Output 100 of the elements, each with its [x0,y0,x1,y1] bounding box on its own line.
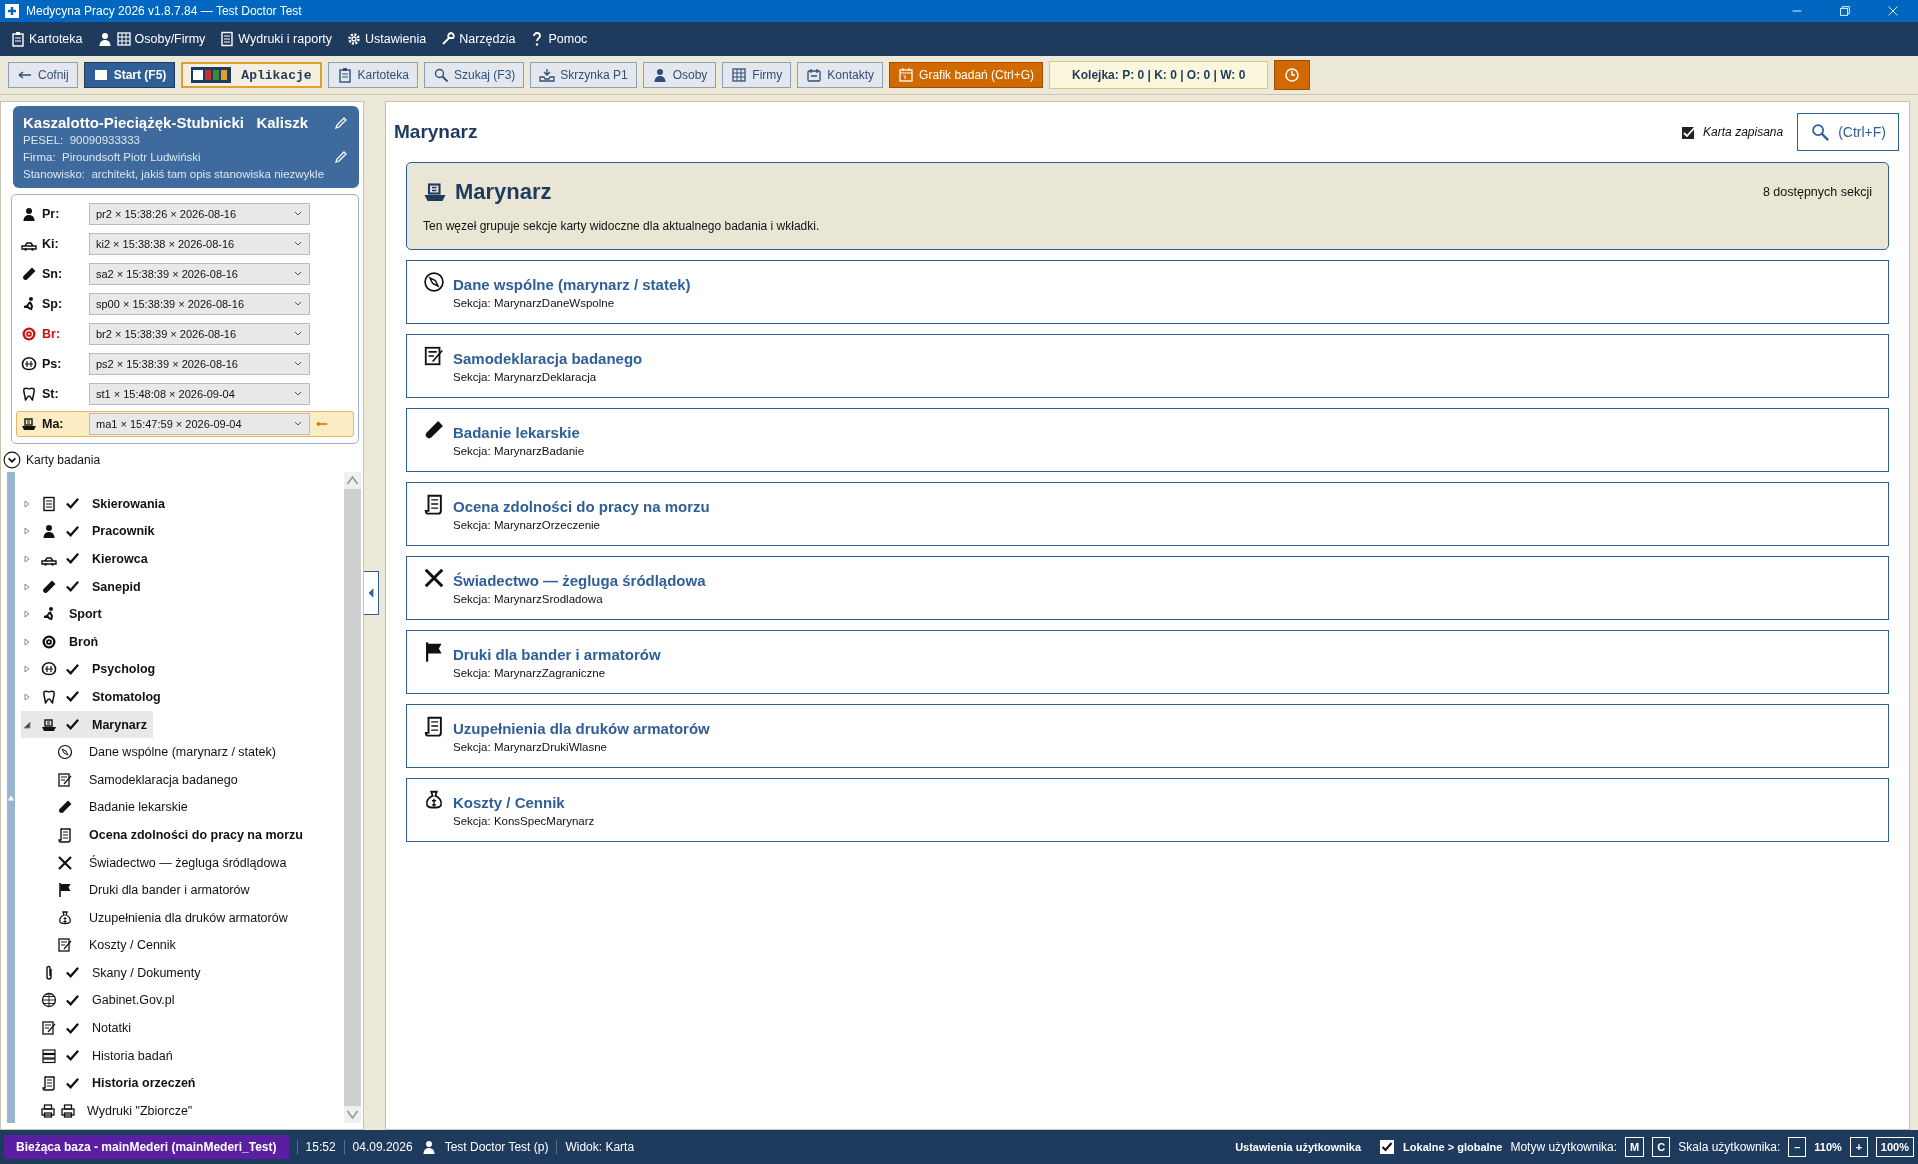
toolbar-button[interactable]: Cofnij [8,62,78,88]
toolbar-button[interactable]: Kontakty [797,62,884,88]
tree-item[interactable]: Koszty / Cennik [21,931,182,960]
tree-item[interactable]: Historia badań [21,1041,179,1070]
section-subtitle: Sekcja: MarynarzBadanie [453,444,585,457]
exam-code: Br: [42,327,62,341]
flag-icon [57,882,73,899]
apps-logo-icon [191,67,232,83]
exam-dropdown[interactable]: ki2 × 15:38:38 × 2026-08-16 [89,233,310,255]
checkbox[interactable] [1379,1139,1396,1155]
toolbar-button[interactable]: Start (F5) [83,62,176,88]
tree-item[interactable]: Samodeklaracja badanego [21,765,244,794]
tree-item[interactable]: Stomatolog [21,683,167,711]
exam-dropdown[interactable]: sp00 × 15:38:39 × 2026-08-16 [89,293,310,315]
tooth-icon [41,688,57,705]
section-card[interactable]: Uzupełnienia dla druków armatorów Sekcja: MarynarzDrukiWlasne [406,704,1889,768]
menu-item[interactable]: Wydruki i raporty [219,31,333,47]
section-card[interactable]: Świadectwo — żegluga śródlądowa Sekcja: MarynarzSrodladowa [406,556,1889,620]
scale-decrease-button[interactable]: – [1788,1137,1807,1157]
compass-icon [57,744,73,761]
toolbar-button[interactable]: Skrzynka P1 [530,62,637,88]
tree-item[interactable]: Historia orzeczeń [21,1069,202,1098]
tree-item[interactable]: Kierowca [21,545,154,573]
collapse-panel-button[interactable] [364,571,379,615]
section-card[interactable]: Ocena zdolności do pracy na morzu Sekcja: MarynarzOrzeczenie [406,482,1889,546]
grid-icon [115,31,132,47]
tree-label: Marynarz [92,717,147,732]
note-icon [57,937,73,954]
scroll-down-icon[interactable] [344,1106,361,1123]
tree-label: Stomatolog [92,689,161,704]
company-text: Firma: Piroundsoft Piotr Ludwiński [23,151,201,163]
tree-label: Historia orzeczeń [92,1076,196,1091]
menu-item[interactable]: Narzędzia [440,31,516,47]
menu-item[interactable]: Ustawienia [346,31,427,47]
exam-dropdown[interactable]: st1 × 15:48:08 × 2026-09-04 [89,383,310,405]
theme-button[interactable]: C [1652,1137,1671,1157]
exam-dropdown[interactable]: ma1 × 15:47:59 × 2026-09-04 [89,413,310,435]
tree-item[interactable]: Sanepid [21,572,147,601]
tree-item[interactable]: Gabinet.Gov.pl [21,986,181,1015]
exam-dropdown[interactable]: ps2 × 15:38:39 × 2026-08-16 [89,353,310,375]
tree-label: Gabinet.Gov.pl [92,993,175,1008]
exam-dropdown[interactable]: sa2 × 15:38:39 × 2026-08-16 [89,263,310,285]
tree-item[interactable]: Ocena zdolności do pracy na morzu [21,821,309,849]
toolbar-button[interactable]: Osoby [642,62,717,88]
section-card[interactable]: Druki dla bander i armatorów Sekcja: MarynarzZagraniczne [406,630,1889,694]
section-card[interactable]: Dane wspólne (marynarz / statek) Sekcja: MarynarzDaneWspolne [406,260,1889,324]
pencil-icon[interactable] [333,149,349,165]
tree-item[interactable]: Broń [21,627,105,656]
tree-item[interactable]: Skany / Dokumenty [21,959,207,987]
tree-item[interactable]: Sport [21,600,108,628]
exam-code: Sn: [42,267,64,281]
user-settings-link[interactable]: Ustawienia użytkownika [1235,1141,1362,1153]
scroll-up-icon[interactable] [344,472,361,489]
compass-icon [423,271,445,293]
scale-increase-button[interactable]: + [1849,1137,1868,1157]
menu-item[interactable]: Kartoteka [10,31,83,47]
scroll-icon [41,1075,57,1092]
toolbar-button[interactable]: Grafik badań (Ctrl+G) [889,62,1044,88]
tree-label: Skany / Dokumenty [92,965,201,980]
toolbar-button[interactable]: Kartoteka [327,62,418,88]
window-title: Medycyna Pracy 2026 v1.8.7.84 — Test Doctor Test [26,4,302,18]
toolbar-button[interactable]: Szukaj (F3) [423,62,525,88]
tree-item[interactable]: Świadectwo — żegluga śródlądowa [21,848,293,877]
tree-item[interactable]: Psycholog [21,655,162,684]
clock-button[interactable] [1274,60,1311,90]
tree-item[interactable]: Pracownik [21,517,161,546]
tree-item[interactable]: Uzupełnienia dla druków armatorów [21,903,294,932]
tree-item[interactable]: Dane wspólne (marynarz / statek) [21,738,282,766]
search-button[interactable]: (Ctrl+F) [1797,113,1899,151]
section-title: Koszty / Cennik [453,793,566,811]
scale-reset-button[interactable]: 100% [1875,1137,1914,1157]
menu-item[interactable]: Osoby/Firmy [96,31,206,47]
maximize-icon[interactable] [1838,4,1852,18]
tree-item[interactable]: Druki dla bander i armatorów [21,876,256,904]
exam-dropdown[interactable]: br2 × 15:38:39 × 2026-08-16 [89,323,310,345]
printers-icon [41,1102,75,1119]
tree-item[interactable]: Marynarz [21,710,153,739]
theme-button[interactable]: M [1625,1137,1645,1157]
toolbar-button[interactable]: Firmy [722,62,792,88]
scrollbar[interactable] [344,472,361,1123]
menu-item[interactable]: Pomoc [529,31,588,47]
expander-icon[interactable] [23,720,31,729]
exam-dropdown[interactable]: pr2 × 15:38:26 × 2026-08-16 [89,203,310,225]
saved-status: Karta zapisana [1703,125,1784,139]
collapse-icon[interactable] [3,451,21,469]
tree-item[interactable]: Skierowania [21,490,171,518]
toolbar-button[interactable]: Aplikacje [181,62,322,88]
tree-item[interactable]: Notatki [21,1014,137,1042]
tree-item[interactable]: Badanie lekarskie [21,793,194,822]
section-card[interactable]: Badanie lekarskie Sekcja: MarynarzBadanie [406,408,1889,472]
section-card[interactable]: Koszty / Cennik Sekcja: KonsSpecMarynarz [406,778,1889,842]
close-icon[interactable] [1886,4,1900,18]
section-subtitle: Sekcja: MarynarzSrodladowa [453,592,604,605]
section-card[interactable]: Samodeklaracja badanego Sekcja: MarynarzDeklaracja [406,334,1889,398]
scale-value: 110% [1814,1141,1842,1153]
gear-icon [346,31,363,47]
tree-item[interactable]: Wydruki "Zbiorcze" [21,1097,199,1125]
tooth-icon [21,386,37,402]
ship-icon [41,716,57,733]
chevron-icon [293,301,303,307]
